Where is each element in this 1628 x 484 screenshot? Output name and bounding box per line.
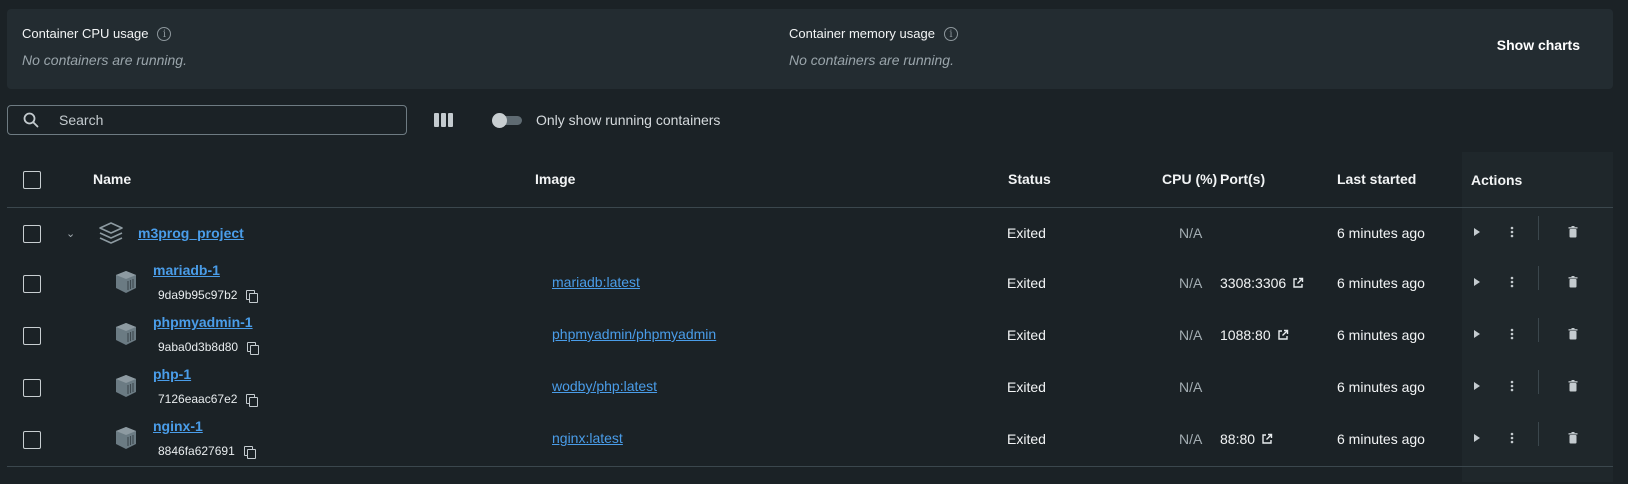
container-icon xyxy=(116,323,136,345)
copy-icon[interactable] xyxy=(246,289,259,303)
search-icon xyxy=(23,112,39,128)
header-last-started[interactable]: Last started xyxy=(1337,171,1416,187)
group-name-link[interactable]: m3prog_project xyxy=(138,225,244,241)
status-text: Exited xyxy=(1007,275,1046,291)
actions-divider xyxy=(1538,318,1539,342)
last-started-text: 6 minutes ago xyxy=(1337,431,1425,447)
row-checkbox[interactable] xyxy=(23,327,41,345)
play-icon[interactable] xyxy=(1471,431,1483,445)
container-icon xyxy=(116,427,136,449)
info-icon[interactable]: i xyxy=(157,26,172,41)
port-mapping[interactable]: 1088:80 xyxy=(1220,327,1289,343)
status-text: Exited xyxy=(1007,327,1046,343)
stats-panel: Container CPU usage i No containers are … xyxy=(7,9,1613,89)
more-vertical-icon[interactable] xyxy=(1509,225,1515,239)
stack-icon xyxy=(99,222,123,244)
external-link-icon[interactable] xyxy=(1292,277,1304,289)
copy-icon[interactable] xyxy=(246,393,259,407)
row-checkbox[interactable] xyxy=(23,379,41,397)
copy-icon[interactable] xyxy=(243,445,256,459)
port-mapping[interactable]: 88:80 xyxy=(1220,431,1273,447)
container-name-link[interactable]: mariadb-1 xyxy=(153,262,220,278)
container-id: 7126eaac67e2 xyxy=(158,392,259,407)
container-row[interactable]: phpmyadmin-1 9aba0d3b8d80 phpmyadmin/php… xyxy=(7,310,1613,362)
header-status[interactable]: Status xyxy=(1008,171,1051,187)
search-input[interactable] xyxy=(57,111,361,129)
last-started-text: 6 minutes ago xyxy=(1337,275,1425,291)
cpu-value: N/A xyxy=(1179,431,1203,447)
columns-icon[interactable] xyxy=(434,113,453,127)
status-text: Exited xyxy=(1007,379,1046,395)
container-icon xyxy=(116,375,136,397)
row-checkbox[interactable] xyxy=(23,431,41,449)
select-all-checkbox[interactable] xyxy=(23,171,41,189)
container-row[interactable]: php-1 7126eaac67e2 wodby/php:latest Exit… xyxy=(7,362,1613,414)
image-link[interactable]: wodby/php:latest xyxy=(552,378,657,394)
actions-divider xyxy=(1538,266,1539,290)
cpu-value: N/A xyxy=(1179,379,1203,395)
cpu-usage-label: Container CPU usage i xyxy=(22,26,172,41)
memory-usage-label: Container memory usage i xyxy=(789,26,958,41)
container-id: 8846fa627691 xyxy=(158,444,256,459)
running-only-label: Only show running containers xyxy=(536,112,721,128)
cpu-usage-empty: No containers are running. xyxy=(22,52,187,68)
header-ports: Port(s) xyxy=(1220,171,1266,187)
actions-divider xyxy=(1538,422,1539,446)
container-id: 9aba0d3b8d80 xyxy=(158,340,260,355)
port-mapping[interactable]: 3308:3306 xyxy=(1220,275,1304,291)
more-vertical-icon[interactable] xyxy=(1509,275,1515,289)
trash-icon[interactable] xyxy=(1567,431,1579,445)
copy-icon[interactable] xyxy=(247,341,260,355)
external-link-icon[interactable] xyxy=(1277,329,1289,341)
compose-group-row[interactable]: ⌄ m3prog_project Exited N/A 6 minutes ag… xyxy=(7,208,1613,258)
row-checkbox[interactable] xyxy=(23,225,41,243)
container-row[interactable]: nginx-1 8846fa627691 nginx:latest Exited… xyxy=(7,414,1613,467)
image-link[interactable]: phpmyadmin/phpmyadmin xyxy=(552,326,716,342)
table-header: Name Image Status CPU (%) Port(s) Last s… xyxy=(7,152,1613,208)
header-cpu[interactable]: CPU (%) xyxy=(1162,171,1217,187)
container-name-link[interactable]: nginx-1 xyxy=(153,418,203,434)
trash-icon[interactable] xyxy=(1567,275,1579,289)
trash-icon[interactable] xyxy=(1567,379,1579,393)
container-name-link[interactable]: php-1 xyxy=(153,366,191,382)
header-image[interactable]: Image xyxy=(535,171,575,187)
header-actions: Actions xyxy=(1471,172,1523,188)
last-started-text: 6 minutes ago xyxy=(1337,225,1425,241)
chevron-down-icon[interactable]: ⌄ xyxy=(66,227,75,240)
info-icon[interactable]: i xyxy=(943,26,958,41)
actions-divider xyxy=(1538,216,1539,240)
search-field[interactable] xyxy=(7,105,407,135)
actions-divider xyxy=(1538,370,1539,394)
container-icon xyxy=(116,271,136,293)
cpu-value: N/A xyxy=(1179,225,1203,241)
container-row[interactable]: mariadb-1 9da9b95c97b2 mariadb:latest Ex… xyxy=(7,258,1613,310)
play-icon[interactable] xyxy=(1471,225,1483,239)
trash-icon[interactable] xyxy=(1567,327,1579,341)
row-checkbox[interactable] xyxy=(23,275,41,293)
more-vertical-icon[interactable] xyxy=(1509,327,1515,341)
last-started-text: 6 minutes ago xyxy=(1337,327,1425,343)
last-started-text: 6 minutes ago xyxy=(1337,379,1425,395)
cpu-value: N/A xyxy=(1179,275,1203,291)
show-charts-button[interactable]: Show charts xyxy=(1497,37,1580,53)
image-link[interactable]: nginx:latest xyxy=(552,430,623,446)
status-text: Exited xyxy=(1007,431,1046,447)
container-id: 9da9b95c97b2 xyxy=(158,288,259,303)
running-only-toggle[interactable] xyxy=(492,113,522,128)
play-icon[interactable] xyxy=(1471,275,1483,289)
image-link[interactable]: mariadb:latest xyxy=(552,274,640,290)
container-name-link[interactable]: phpmyadmin-1 xyxy=(153,314,253,330)
cpu-value: N/A xyxy=(1179,327,1203,343)
more-vertical-icon[interactable] xyxy=(1509,379,1515,393)
containers-table: Name Image Status CPU (%) Port(s) Last s… xyxy=(7,152,1613,482)
header-name[interactable]: Name xyxy=(93,171,131,187)
external-link-icon[interactable] xyxy=(1261,433,1273,445)
play-icon[interactable] xyxy=(1471,379,1483,393)
trash-icon[interactable] xyxy=(1567,225,1579,239)
memory-usage-empty: No containers are running. xyxy=(789,52,954,68)
play-icon[interactable] xyxy=(1471,327,1483,341)
status-text: Exited xyxy=(1007,225,1046,241)
more-vertical-icon[interactable] xyxy=(1509,431,1515,445)
